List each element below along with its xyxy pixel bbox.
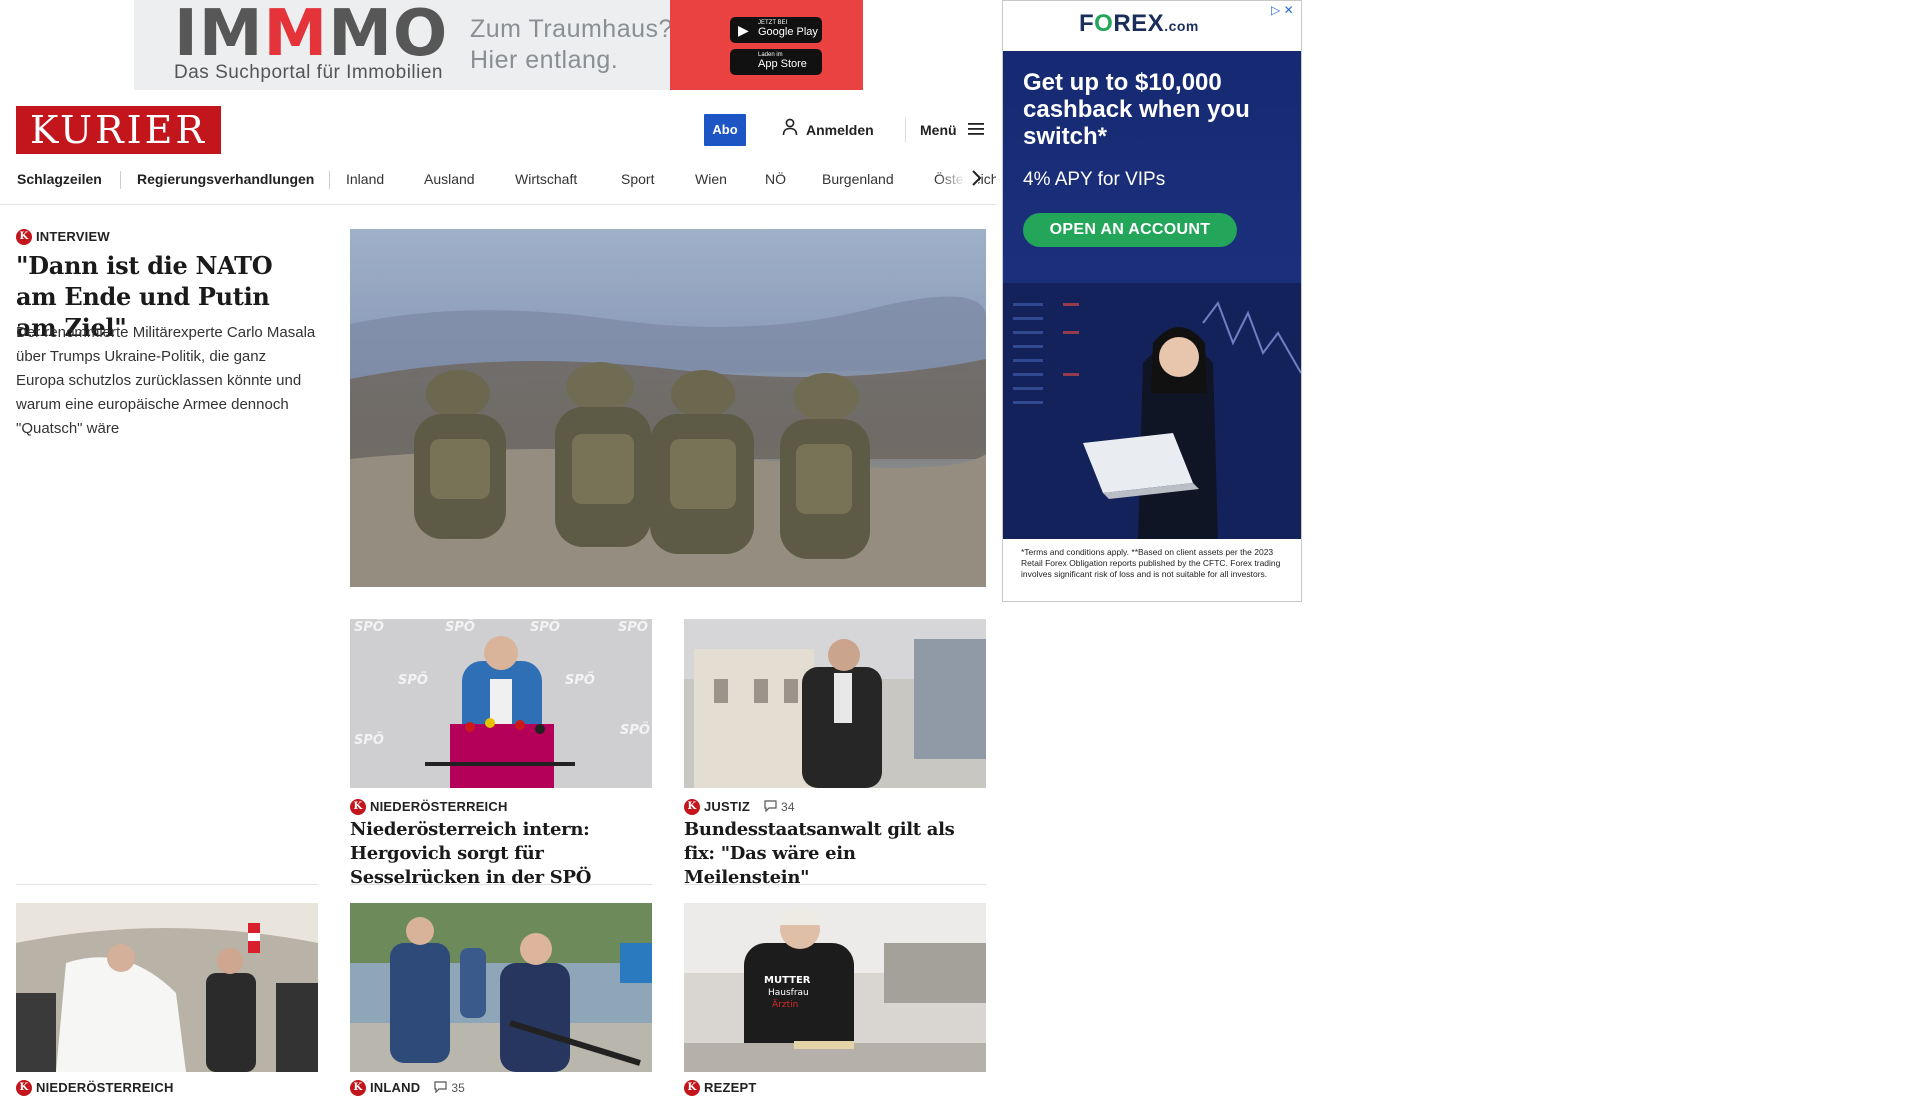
nav-item-inland[interactable]: Inland (346, 162, 384, 204)
immo-logo: IMMMO (174, 0, 449, 71)
kurier-logo[interactable]: KURIER (16, 106, 221, 154)
kurier-k-icon: K (350, 1080, 366, 1096)
forex-ad-body: Get up to $10,000 cashback when you swit… (1003, 51, 1301, 539)
nav-divider (329, 171, 330, 189)
forex-headline: Get up to $10,000 cashback when you swit… (1023, 69, 1250, 150)
adchoices-icon[interactable]: ▷ ✕ (1271, 3, 1294, 17)
forex-logo: FOREX.com (1079, 10, 1199, 37)
login-label: Anmelden (806, 122, 874, 138)
comment-count[interactable]: 35 (434, 1081, 465, 1095)
main-navigation: Schlagzeilen Regierungsverhandlungen Inl… (0, 162, 996, 205)
kurier-k-icon: K (684, 1080, 700, 1096)
card-image-recipe[interactable]: MUTTER Hausfrau Ärztin (684, 903, 986, 1072)
kurier-k-icon: K (684, 799, 700, 815)
svg-text:SPÖ: SPÖ (398, 672, 428, 688)
chevron-right-icon[interactable] (968, 168, 984, 188)
abo-button[interactable]: Abo (704, 114, 746, 146)
divider (684, 884, 986, 885)
svg-text:SPÖ: SPÖ (620, 722, 650, 738)
forex-apy: 4% APY for VIPs (1023, 169, 1166, 190)
nav-divider (120, 171, 121, 189)
comment-icon (764, 800, 777, 813)
comment-icon (434, 1081, 447, 1094)
card-kicker: K NIEDERÖSTERREICH (16, 1080, 174, 1096)
card-kicker: K NIEDERÖSTERREICH (350, 799, 508, 815)
forex-ad[interactable]: FOREX.com ▷ ✕ Get up to $10,000 cashback… (1002, 0, 1302, 602)
google-play-button[interactable]: ▶ JETZT BEI Google Play (730, 17, 822, 43)
card-kicker: K JUSTIZ 34 (684, 799, 795, 815)
divider (16, 884, 318, 885)
nav-item-wien[interactable]: Wien (695, 162, 727, 204)
nav-item-burgenland[interactable]: Burgenland (822, 162, 894, 204)
login-button[interactable]: Anmelden (782, 114, 874, 146)
kurier-k-icon: K (16, 1080, 32, 1096)
menu-label: Menü (920, 122, 957, 138)
nav-item-sport[interactable]: Sport (621, 162, 654, 204)
hamburger-icon (967, 115, 985, 147)
svg-text:SPÖ: SPÖ (445, 619, 475, 635)
divider (350, 884, 652, 885)
forex-ad-header: FOREX.com ▷ ✕ (1003, 1, 1301, 52)
nav-item-schlagzeilen[interactable]: Schlagzeilen (17, 162, 102, 204)
user-icon (782, 115, 800, 147)
open-account-button[interactable]: OPEN AN ACCOUNT (1023, 213, 1237, 247)
card-kicker: K INLAND 35 (350, 1080, 465, 1096)
immo-tagline: Zum Traumhaus? Hier entlang. (470, 15, 673, 74)
svg-text:SPÖ: SPÖ (530, 619, 560, 635)
comment-count[interactable]: 34 (764, 800, 795, 814)
immo-banner-ad[interactable]: IMMMO Das Suchportal für Immobilien Zum … (134, 0, 863, 90)
svg-text:SPÖ: SPÖ (354, 619, 384, 635)
svg-text:Ärztin: Ärztin (772, 999, 798, 1010)
card-image-wedding[interactable] (16, 903, 318, 1072)
forex-ad-image (1003, 283, 1301, 539)
svg-text:SPÖ: SPÖ (565, 672, 595, 688)
card-image-prosecutor[interactable] (684, 619, 986, 788)
nav-item-ausland[interactable]: Ausland (424, 162, 475, 204)
nav-item-noe[interactable]: NÖ (765, 162, 786, 204)
kurier-k-icon: K (16, 229, 32, 245)
apple-icon (738, 54, 752, 70)
lead-teaser: Der renommierte Militärexperte Carlo Mas… (16, 324, 316, 437)
svg-text:MUTTER: MUTTER (764, 975, 811, 986)
nav-item-regierungsverhandlungen[interactable]: Regierungsverhandlungen (137, 162, 314, 204)
card-image-tug-of-war[interactable] (350, 903, 652, 1072)
menu-button[interactable]: Menü (920, 114, 985, 146)
immo-subtitle: Das Suchportal für Immobilien (174, 62, 443, 83)
svg-text:SPÖ: SPÖ (618, 619, 648, 635)
card-headline[interactable]: Bundesstaatsanwalt gilt als fix: "Das wä… (684, 818, 986, 890)
card-kicker: K REZEPT (684, 1080, 756, 1096)
immo-store-panel: ▶ JETZT BEI Google Play Laden im App Store (670, 0, 863, 90)
card-image-spoe-press[interactable]: SPÖ SPÖ SPÖ SPÖ SPÖ SPÖ SPÖ SPÖ (350, 619, 652, 788)
card-headline[interactable]: Niederösterreich intern: Hergovich sorgt… (350, 818, 652, 890)
svg-text:Hausfrau: Hausfrau (768, 988, 809, 998)
kurier-k-icon: K (350, 799, 366, 815)
nav-item-wirtschaft[interactable]: Wirtschaft (515, 162, 577, 204)
svg-text:SPÖ: SPÖ (354, 732, 384, 748)
google-play-icon: ▶ (738, 22, 749, 38)
lead-image-soldiers[interactable] (350, 229, 986, 587)
forex-terms: *Terms and conditions apply. **Based on … (1021, 547, 1281, 579)
header-divider (905, 118, 906, 142)
app-store-button[interactable]: Laden im App Store (730, 49, 822, 75)
lead-kicker: K INTERVIEW (16, 229, 110, 245)
